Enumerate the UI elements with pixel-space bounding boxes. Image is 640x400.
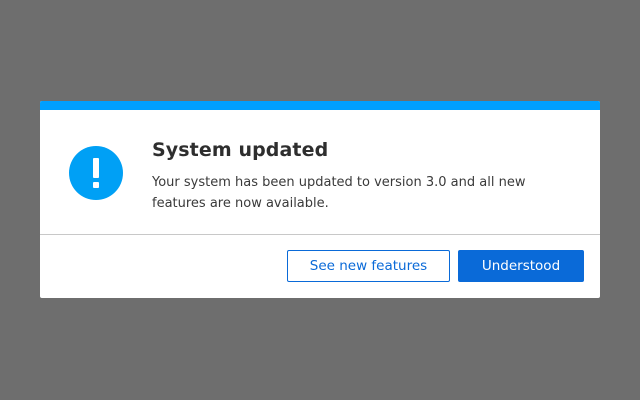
see-new-features-button[interactable]: See new features [287,250,450,282]
exclamation-icon [69,146,123,200]
dialog-accent-bar [40,101,600,110]
understood-button[interactable]: Understood [458,250,584,282]
dialog-divider [40,234,600,235]
dialog-title: System updated [152,139,329,161]
update-dialog: System updated Your system has been upda… [40,101,600,298]
dialog-message: Your system has been updated to version … [152,175,526,211]
